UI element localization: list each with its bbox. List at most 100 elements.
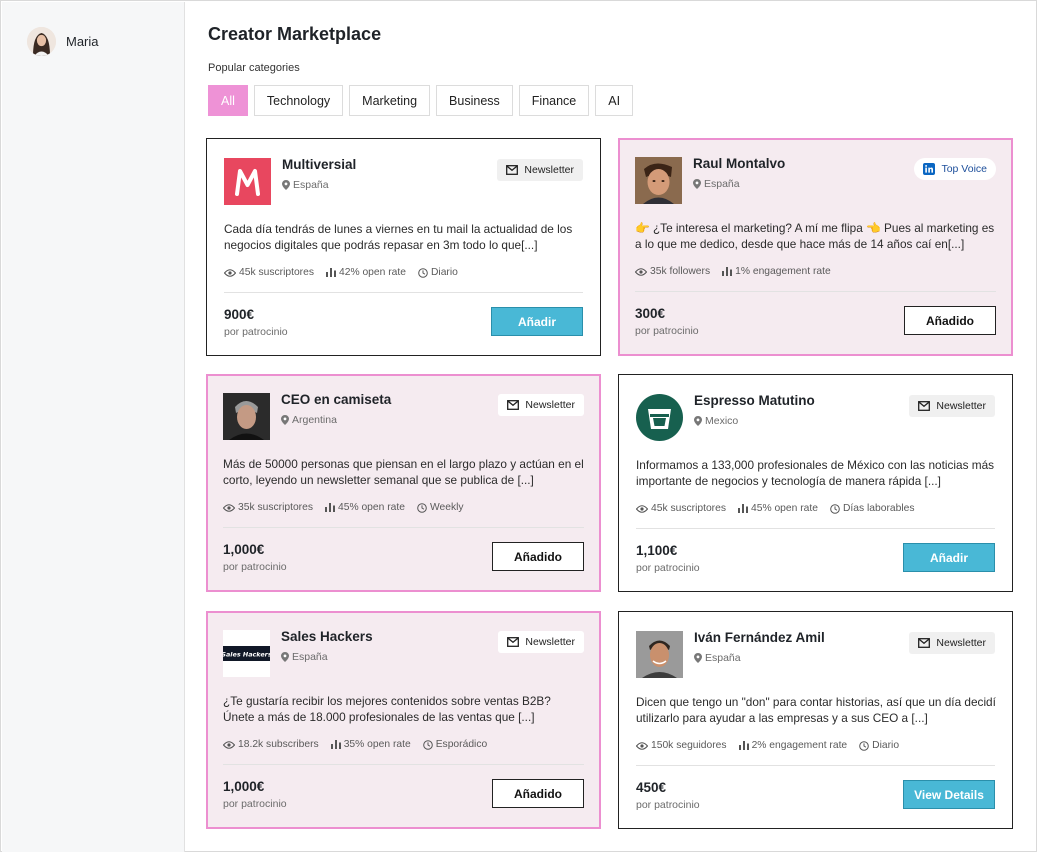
rate-value: 45% open rate <box>337 502 405 513</box>
ceo-en-camiseta-avatar <box>223 393 270 440</box>
rate-stat: 42% open rate <box>325 267 406 278</box>
creator-location: España <box>693 178 740 190</box>
creator-name: Raul Montalvo <box>693 156 786 171</box>
added-button[interactable]: Añadido <box>904 306 996 335</box>
frequency-value: Weekly <box>429 502 464 513</box>
eye-icon <box>223 503 235 512</box>
sponsorship-price: 1,000€ <box>223 779 265 794</box>
creator-description: Cada día tendrás de lunes a viernes en t… <box>224 222 573 252</box>
sidebar: Maria <box>2 2 185 852</box>
creator-card-ivan-fernandez-amil[interactable]: Iván Fernández Amil España Newsletter Di… <box>618 611 1013 829</box>
bar-chart-icon <box>325 268 336 277</box>
location-text: Mexico <box>705 415 739 427</box>
creator-stats: 35k suscriptores 45% open rate Weekly <box>223 502 464 513</box>
sponsorship-price: 450€ <box>636 780 667 795</box>
creator-name: CEO en camiseta <box>281 392 392 407</box>
badge-label: Newsletter <box>524 164 574 176</box>
mail-icon <box>918 638 931 648</box>
location-text: España <box>704 178 740 190</box>
category-chip-ai[interactable]: AI <box>595 85 634 116</box>
audience-stat: 18.2k subscribers <box>223 739 319 750</box>
location-pin-icon <box>281 652 289 662</box>
creator-stats: 150k seguidores 2% engagement rate Diari… <box>636 740 899 751</box>
mail-icon <box>507 400 520 410</box>
audience-stat: 45k suscriptores <box>224 267 314 278</box>
audience-value: 18.2k subscribers <box>238 739 319 750</box>
frequency-value: Días laborables <box>842 503 915 514</box>
category-chip-marketing[interactable]: Marketing <box>349 85 431 116</box>
category-chip-business[interactable]: Business <box>436 85 513 116</box>
audience-value: 45k suscriptores <box>239 267 314 278</box>
creator-card-sales-hackers[interactable]: Sales Hackers Sales Hackers España Newsl… <box>206 611 601 829</box>
rate-stat: 1% engagement rate <box>722 266 831 277</box>
view-details-button[interactable]: View Details <box>903 780 995 809</box>
audience-value: 150k seguidores <box>651 740 727 751</box>
location-pin-icon <box>281 415 289 425</box>
category-chip-all[interactable]: All <box>208 85 248 116</box>
sponsorship-price: 900€ <box>224 307 255 322</box>
rate-value: 1% engagement rate <box>735 266 831 277</box>
card-divider <box>636 528 995 529</box>
creator-name: Iván Fernández Amil <box>694 630 825 645</box>
location-pin-icon <box>282 180 290 190</box>
price-note: por patrocinio <box>635 325 699 337</box>
user-profile[interactable]: Maria <box>27 27 99 56</box>
sponsorship-price: 1,000€ <box>223 542 265 557</box>
card-divider <box>223 527 584 528</box>
creator-location: España <box>694 652 741 664</box>
location-pin-icon <box>693 179 701 189</box>
creator-card-espresso-matutino[interactable]: Espresso Matutino Mexico Newsletter Info… <box>618 374 1013 592</box>
category-chip-finance[interactable]: Finance <box>518 85 590 116</box>
frequency-value: Diario <box>872 740 900 751</box>
audience-value: 35k followers <box>650 266 711 277</box>
location-pin-icon <box>694 653 702 663</box>
rate-value: 35% open rate <box>343 739 411 750</box>
added-button[interactable]: Añadido <box>492 542 584 571</box>
location-text: España <box>705 652 741 664</box>
creator-card-ceo-en-camiseta[interactable]: CEO en camiseta Argentina Newsletter Más… <box>206 374 601 592</box>
page-title: Creator Marketplace <box>208 24 382 44</box>
logo-text: Sales Hackers <box>223 650 270 658</box>
creator-card-raul-montalvo[interactable]: Raul Montalvo España Top Voice 👉 ¿Te int… <box>618 138 1013 356</box>
card-divider <box>223 764 584 765</box>
category-filters: All Technology Marketing Business Financ… <box>208 85 634 116</box>
mail-icon <box>506 165 519 175</box>
category-chip-technology[interactable]: Technology <box>253 85 344 116</box>
added-button[interactable]: Añadido <box>492 779 584 808</box>
type-badge: Newsletter <box>498 631 584 653</box>
eye-icon <box>224 268 236 277</box>
bar-chart-icon <box>738 741 749 750</box>
price-note: por patrocinio <box>223 798 287 810</box>
frequency-stat: Días laborables <box>830 503 915 514</box>
type-badge: Newsletter <box>497 159 583 181</box>
creator-description: 👉 ¿Te interesa el marketing? A mí me fli… <box>635 221 995 251</box>
creator-name: Multiversial <box>282 157 357 172</box>
main-content: Creator Marketplace Popular categories A… <box>185 2 1037 852</box>
categories-label: Popular categories <box>208 62 300 74</box>
user-avatar <box>27 27 56 56</box>
badge-label: Newsletter <box>936 637 986 649</box>
bar-chart-icon <box>722 267 733 276</box>
clock-icon <box>417 502 427 513</box>
creator-description: Dicen que tengo un "don" para contar his… <box>636 695 996 725</box>
audience-stat: 35k followers <box>635 266 710 277</box>
type-badge: Newsletter <box>909 395 995 417</box>
location-text: Argentina <box>292 414 337 426</box>
creator-card-multiversial[interactable]: Multiversial España Newsletter Cada día … <box>206 138 601 356</box>
rate-stat: 35% open rate <box>330 739 411 750</box>
raul-montalvo-avatar <box>635 157 682 204</box>
audience-stat: 150k seguidores <box>636 740 727 751</box>
badge-label: Newsletter <box>525 636 575 648</box>
card-divider <box>224 292 583 293</box>
card-divider <box>636 765 995 766</box>
sales-hackers-logo: Sales Hackers <box>223 630 270 677</box>
clock-icon <box>418 267 428 278</box>
location-text: España <box>293 179 329 191</box>
badge-label: Newsletter <box>525 399 575 411</box>
rate-stat: 45% open rate <box>737 503 818 514</box>
add-button[interactable]: Añadir <box>491 307 583 336</box>
creator-location: España <box>281 651 328 663</box>
add-button[interactable]: Añadir <box>903 543 995 572</box>
creator-description: ¿Te gustaría recibir los mejores conteni… <box>223 694 551 724</box>
bar-chart-icon <box>737 504 748 513</box>
